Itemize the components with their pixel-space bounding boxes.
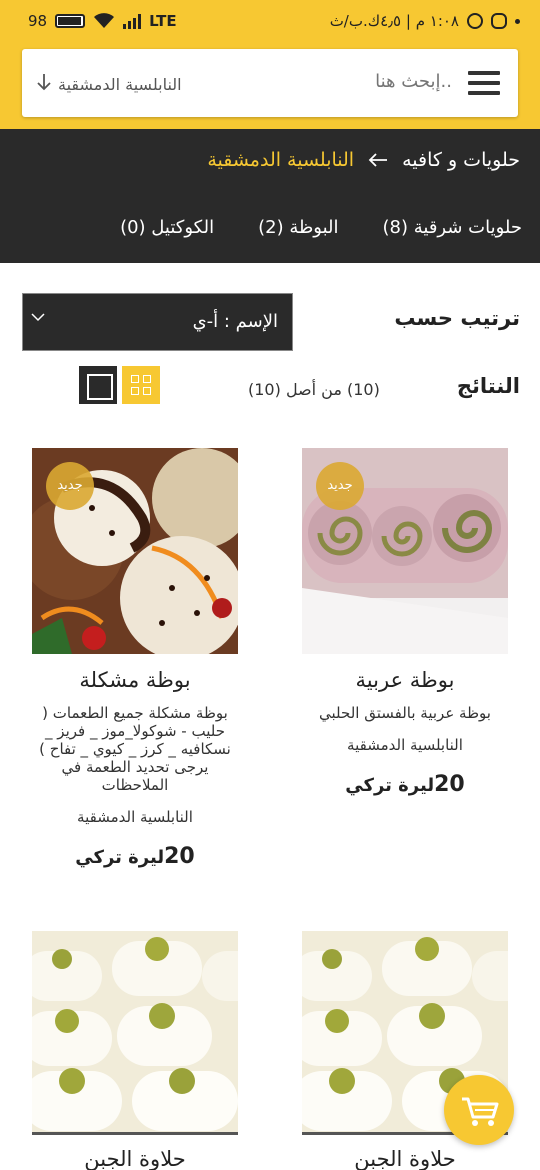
price-value: 20 [434, 772, 465, 797]
new-badge: جديد [316, 462, 364, 510]
product-image[interactable]: جديد [302, 448, 508, 654]
chevron-down-icon [31, 313, 45, 322]
search-box[interactable]: النابلسية الدمشقية [22, 49, 518, 117]
product-vendor: النابلسية الدمشقية [347, 736, 463, 754]
hamburger-menu-icon[interactable] [468, 71, 500, 95]
grid-view-icon[interactable] [122, 366, 160, 404]
tab-cocktail[interactable]: الكوكتيل (0) [120, 217, 214, 238]
tab-ice-cream[interactable]: البوظة (2) [258, 217, 338, 238]
new-badge: جديد [46, 462, 94, 510]
battery-icon [55, 14, 86, 28]
category-bar: حلويات و كافيه النابلسية الدمشقية حلويات… [0, 129, 540, 263]
list-view-icon[interactable] [79, 366, 117, 404]
product-card[interactable]: جديد بوظة عربية بوظة عربية بالفستق الحلب… [302, 448, 508, 797]
search-input[interactable] [332, 71, 452, 92]
price-currency: ليرة تركي [75, 847, 165, 868]
product-name[interactable]: بوظة عربية [302, 668, 508, 692]
cart-icon [462, 1097, 499, 1126]
product-name[interactable]: بوظة مشكلة [32, 668, 238, 692]
arrow-left-icon [368, 153, 388, 167]
search-scope-selector[interactable]: النابلسية الدمشقية [58, 75, 182, 94]
snapchat-icon [491, 13, 507, 29]
signal-icon [123, 13, 142, 29]
breadcrumb-parent[interactable]: حلويات و كافيه [402, 149, 520, 171]
status-indicators: 98 LTE [28, 12, 177, 30]
sort-value: الإسم : أ-ي [192, 311, 278, 332]
status-time: ١:٠٨ م | ٤٫٥ك.ب/ث [329, 12, 459, 30]
product-name[interactable]: حلاوة الجبن [32, 1147, 238, 1170]
dot-icon [515, 18, 520, 24]
cart-button[interactable] [444, 1075, 514, 1145]
product-price: 20ليرة تركي [302, 772, 508, 797]
price-currency: ليرة تركي [345, 775, 435, 796]
sort-select[interactable]: الإسم : أ-ي [22, 293, 293, 351]
product-description: بوظة مشكلة جميع الطعمات ( حليب - شوكولا_… [39, 704, 231, 794]
breadcrumb: حلويات و كافيه النابلسية الدمشقية [207, 149, 520, 171]
product-image[interactable]: جديد [32, 448, 238, 654]
product-price: 20ليرة تركي [32, 844, 238, 869]
sort-label: ترتيب حسب [394, 306, 520, 330]
battery-level: 98 [28, 12, 48, 30]
network-type: LTE [149, 12, 177, 30]
product-card[interactable]: حلاوة الجبن [32, 931, 238, 1170]
results-count: (10) من أصل (10) [248, 380, 380, 399]
status-time-area: ١:٠٨ م | ٤٫٥ك.ب/ث [330, 12, 520, 30]
whatsapp-icon [467, 13, 483, 29]
product-vendor: النابلسية الدمشقية [77, 808, 193, 826]
results-label: النتائج [456, 374, 520, 398]
search-header: النابلسية الدمشقية [0, 44, 540, 129]
price-value: 20 [164, 844, 195, 869]
category-tabs: حلويات شرقية (8) البوظة (2) الكوكتيل (0) [120, 217, 522, 238]
arrow-down-icon[interactable] [36, 73, 52, 91]
product-image[interactable] [32, 931, 238, 1135]
product-description: بوظة عربية بالفستق الحلبي [319, 704, 491, 722]
status-bar: 98 LTE ١:٠٨ م | ٤٫٥ك.ب/ث [0, 0, 540, 44]
tab-eastern-sweets[interactable]: حلويات شرقية (8) [383, 217, 522, 238]
product-name[interactable]: حلاوة الجبن [302, 1147, 508, 1170]
breadcrumb-current: النابلسية الدمشقية [207, 149, 355, 171]
wifi-icon [94, 13, 115, 28]
product-card[interactable]: جديد بوظة مشكلة بوظة مشكلة جميع الطعمات … [32, 448, 238, 869]
